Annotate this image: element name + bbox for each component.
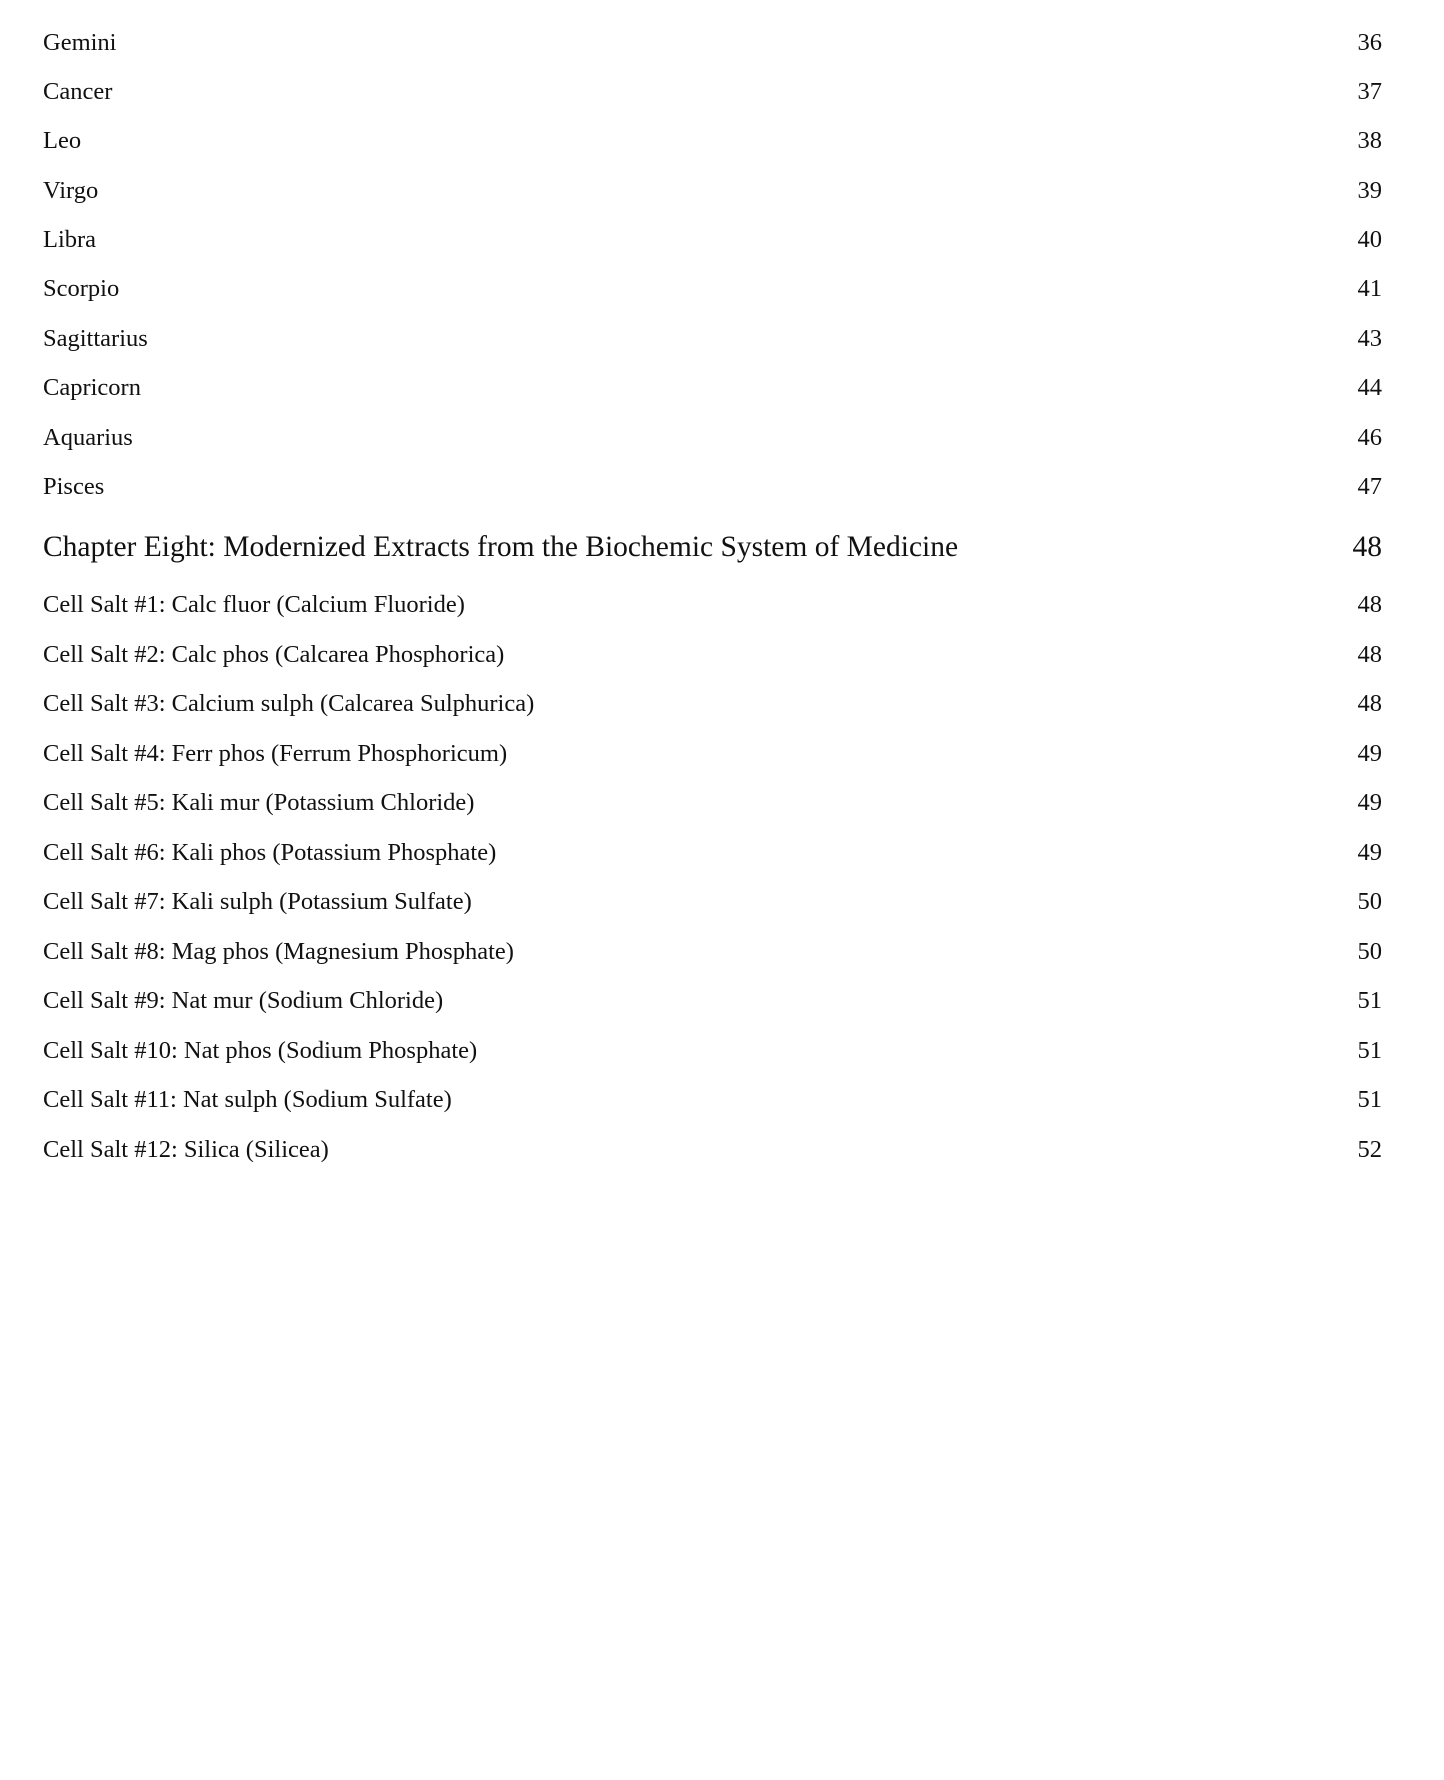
toc-entry-cell-salt-10[interactable]: Cell Salt #10: Nat phos (Sodium Phosphat… [43,1014,1382,1064]
toc-entry-cell-salt-7[interactable]: Cell Salt #7: Kali sulph (Potassium Sulf… [43,865,1382,915]
toc-entry-leo[interactable]: Leo 38 [43,104,1382,153]
toc-entry-cell-salt-8[interactable]: Cell Salt #8: Mag phos (Magnesium Phosph… [43,915,1382,965]
toc-entry-label[interactable]: Pisces [43,475,104,500]
toc-entry-label[interactable]: Cell Salt #3: Calcium sulph (Calcarea Su… [43,691,534,717]
toc-entry-label[interactable]: Cell Salt #1: Calc fluor (Calcium Fluori… [43,592,465,618]
toc-entry-page[interactable]: 48 [1358,592,1383,618]
toc-entry-page[interactable]: 49 [1358,741,1383,767]
toc-entry-label[interactable]: Cell Salt #12: Silica (Silicea) [43,1137,329,1163]
toc-entry-page[interactable]: 46 [1358,425,1383,451]
toc-entry-page[interactable]: 49 [1358,790,1383,816]
toc-entry-cell-salt-11[interactable]: Cell Salt #11: Nat sulph (Sodium Sulfate… [43,1063,1382,1113]
toc-entry-label[interactable]: Cell Salt #11: Nat sulph (Sodium Sulfate… [43,1087,452,1113]
toc-entry-label[interactable]: Leo [43,129,81,154]
toc-entry-cancer[interactable]: Cancer 37 [43,55,1382,104]
toc-entry-page[interactable]: 49 [1358,840,1383,866]
toc-entry-label[interactable]: Cell Salt #5: Kali mur (Potassium Chlori… [43,790,474,816]
toc-entry-capricorn[interactable]: Capricorn 44 [43,351,1382,400]
toc-entry-page[interactable]: 52 [1358,1137,1383,1163]
toc-entry-aquarius[interactable]: Aquarius 46 [43,401,1382,450]
toc-entry-cell-salt-9[interactable]: Cell Salt #9: Nat mur (Sodium Chloride) … [43,964,1382,1014]
toc-entry-label[interactable]: Sagittarius [43,326,148,352]
toc-entry-label[interactable]: Cell Salt #7: Kali sulph (Potassium Sulf… [43,889,472,915]
toc-entry-page[interactable]: 50 [1358,889,1383,915]
toc-entry-label[interactable]: Cell Salt #4: Ferr phos (Ferrum Phosphor… [43,741,507,767]
toc-entry-page[interactable]: 43 [1358,326,1383,352]
toc-entry-page[interactable]: 44 [1358,376,1383,401]
chapter-title[interactable]: Chapter Eight: Modernized Extracts from … [43,532,958,563]
toc-entry-page[interactable]: 41 [1358,277,1383,302]
toc-entry-page[interactable]: 50 [1358,939,1383,965]
toc-entry-page[interactable]: 51 [1358,988,1383,1014]
toc-entry-label[interactable]: Virgo [43,178,98,204]
toc-entry-page[interactable]: 47 [1358,475,1383,500]
toc-chapter-heading[interactable]: Chapter Eight: Modernized Extracts from … [43,522,1382,562]
toc-entry-label[interactable]: Capricorn [43,376,141,401]
toc-entry-cell-salt-5[interactable]: Cell Salt #5: Kali mur (Potassium Chlori… [43,766,1382,816]
cell-salt-entries: Cell Salt #1: Calc fluor (Calcium Fluori… [43,568,1382,1162]
toc-entry-page[interactable]: 51 [1358,1038,1383,1064]
toc-entry-cell-salt-4[interactable]: Cell Salt #4: Ferr phos (Ferrum Phosphor… [43,717,1382,767]
toc-entry-scorpio[interactable]: Scorpio 41 [43,253,1382,302]
toc-entry-label[interactable]: Cell Salt #8: Mag phos (Magnesium Phosph… [43,939,514,965]
toc-entry-pisces[interactable]: Pisces 47 [43,450,1382,499]
toc-entry-cell-salt-1[interactable]: Cell Salt #1: Calc fluor (Calcium Fluori… [43,568,1382,618]
toc-entry-sagittarius[interactable]: Sagittarius 43 [43,302,1382,351]
toc-entry-page[interactable]: 48 [1358,642,1383,668]
toc-entry-label[interactable]: Libra [43,228,96,253]
toc-entry-page[interactable]: 38 [1358,129,1383,154]
toc-entry-cell-salt-3[interactable]: Cell Salt #3: Calcium sulph (Calcarea Su… [43,667,1382,717]
toc-entry-label[interactable]: Cancer [43,79,112,105]
toc-entry-page[interactable]: 37 [1358,79,1383,105]
toc-entry-label[interactable]: Cell Salt #2: Calc phos (Calcarea Phosph… [43,642,504,668]
toc-entry-page[interactable]: 39 [1358,178,1383,204]
zodiac-sign-entries: Gemini 36 Cancer 37 Leo 38 Virgo 39 Libr… [43,0,1382,500]
toc-entry-label[interactable]: Cell Salt #6: Kali phos (Potassium Phosp… [43,840,496,866]
toc-entry-cell-salt-12[interactable]: Cell Salt #12: Silica (Silicea) 52 [43,1113,1382,1163]
toc-entry-cell-salt-2[interactable]: Cell Salt #2: Calc phos (Calcarea Phosph… [43,618,1382,668]
toc-entry-page[interactable]: 48 [1358,691,1383,717]
toc-entry-label[interactable]: Scorpio [43,277,119,302]
toc-entry-label[interactable]: Cell Salt #9: Nat mur (Sodium Chloride) [43,988,443,1014]
chapter-page[interactable]: 48 [1353,532,1383,563]
toc-entry-page[interactable]: 51 [1358,1087,1383,1113]
toc-entry-virgo[interactable]: Virgo 39 [43,154,1382,203]
toc-entry-cell-salt-6[interactable]: Cell Salt #6: Kali phos (Potassium Phosp… [43,816,1382,866]
toc-entry-gemini[interactable]: Gemini 36 [43,0,1382,55]
toc-entry-libra[interactable]: Libra 40 [43,203,1382,252]
toc-entry-page[interactable]: 36 [1358,30,1383,56]
toc-entry-page[interactable]: 40 [1358,228,1383,253]
toc-entry-label[interactable]: Aquarius [43,425,133,451]
toc-entry-label[interactable]: Gemini [43,30,117,56]
toc-entry-label[interactable]: Cell Salt #10: Nat phos (Sodium Phosphat… [43,1038,477,1064]
